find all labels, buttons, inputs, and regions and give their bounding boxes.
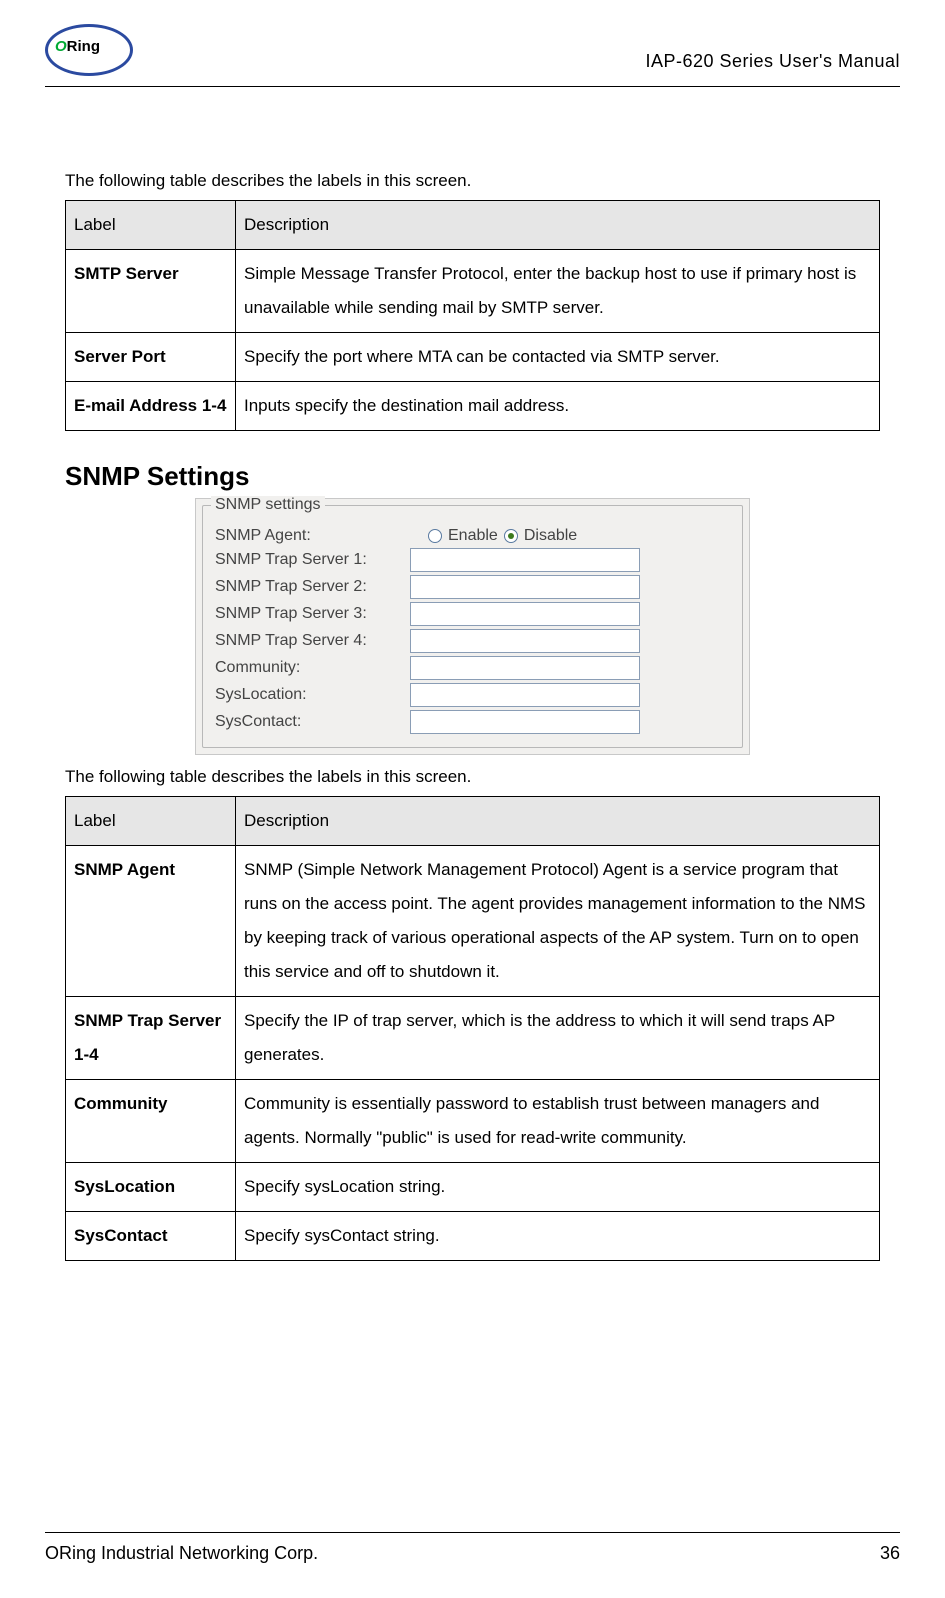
table-row: Community Community is essentially passw…: [66, 1080, 880, 1163]
snmp-agent-radio-group: Enable Disable: [428, 527, 730, 545]
page-header: ORing IAP-620 Series User's Manual: [45, 20, 900, 87]
table1-row0-label: SMTP Server: [66, 250, 236, 333]
table2-row2-desc: Community is essentially password to est…: [236, 1080, 880, 1163]
community-label: Community:: [215, 659, 410, 677]
footer-page-number: 36: [880, 1543, 900, 1564]
table-row: SysLocation Specify sysLocation string.: [66, 1163, 880, 1212]
trap4-row: SNMP Trap Server 4:: [215, 629, 730, 653]
syscontact-input[interactable]: [410, 710, 640, 734]
table1-row0-desc: Simple Message Transfer Protocol, enter …: [236, 250, 880, 333]
snmp-settings-screenshot: SNMP settings SNMP Agent: Enable Disable…: [195, 498, 750, 755]
table2-row4-label: SysContact: [66, 1212, 236, 1261]
table-header-row: Label Description: [66, 201, 880, 250]
table2-row1-label: SNMP Trap Server 1-4: [66, 997, 236, 1080]
table-header-row: Label Description: [66, 797, 880, 846]
table1-intro: The following table describes the labels…: [65, 167, 880, 194]
table-row: SysContact Specify sysContact string.: [66, 1212, 880, 1261]
smtp-table: Label Description SMTP Server Simple Mes…: [65, 200, 880, 431]
syslocation-row: SysLocation:: [215, 683, 730, 707]
trap3-input[interactable]: [410, 602, 640, 626]
enable-radio-label: Enable: [448, 527, 498, 545]
table2-row0-desc: SNMP (Simple Network Management Protocol…: [236, 846, 880, 997]
syslocation-input[interactable]: [410, 683, 640, 707]
table2-row1-desc: Specify the IP of trap server, which is …: [236, 997, 880, 1080]
trap4-label: SNMP Trap Server 4:: [215, 632, 410, 650]
table2-row0-label: SNMP Agent: [66, 846, 236, 997]
table-row: SNMP Trap Server 1-4 Specify the IP of t…: [66, 997, 880, 1080]
page-content: The following table describes the labels…: [45, 167, 900, 1261]
trap2-input[interactable]: [410, 575, 640, 599]
snmp-table: Label Description SNMP Agent SNMP (Simpl…: [65, 796, 880, 1261]
disable-radio-label: Disable: [524, 527, 577, 545]
trap1-input[interactable]: [410, 548, 640, 572]
table2-row4-desc: Specify sysContact string.: [236, 1212, 880, 1261]
enable-radio[interactable]: [428, 529, 442, 543]
trap3-label: SNMP Trap Server 3:: [215, 605, 410, 623]
table1-row1-label: Server Port: [66, 333, 236, 382]
table1-row2-desc: Inputs specify the destination mail addr…: [236, 382, 880, 431]
footer-company: ORing Industrial Networking Corp.: [45, 1543, 318, 1564]
table-row: Server Port Specify the port where MTA c…: [66, 333, 880, 382]
table1-header-label: Label: [66, 201, 236, 250]
snmp-fieldset-legend: SNMP settings: [211, 496, 325, 514]
table2-header-desc: Description: [236, 797, 880, 846]
trap2-row: SNMP Trap Server 2:: [215, 575, 730, 599]
table-row: E-mail Address 1-4 Inputs specify the de…: [66, 382, 880, 431]
trap1-label: SNMP Trap Server 1:: [215, 551, 410, 569]
table2-header-label: Label: [66, 797, 236, 846]
table2-row2-label: Community: [66, 1080, 236, 1163]
trap1-row: SNMP Trap Server 1:: [215, 548, 730, 572]
trap4-input[interactable]: [410, 629, 640, 653]
document-title: IAP-620 Series User's Manual: [645, 51, 900, 80]
logo: ORing: [45, 20, 135, 80]
syslocation-label: SysLocation:: [215, 686, 410, 704]
snmp-agent-row: SNMP Agent: Enable Disable: [215, 527, 730, 545]
community-input[interactable]: [410, 656, 640, 680]
table-row: SMTP Server Simple Message Transfer Prot…: [66, 250, 880, 333]
trap2-label: SNMP Trap Server 2:: [215, 578, 410, 596]
community-row: Community:: [215, 656, 730, 680]
snmp-settings-heading: SNMP Settings: [65, 461, 880, 492]
page-footer: ORing Industrial Networking Corp. 36: [45, 1532, 900, 1564]
table1-row2-label: E-mail Address 1-4: [66, 382, 236, 431]
snmp-fieldset: SNMP settings SNMP Agent: Enable Disable…: [202, 505, 743, 748]
table2-row3-label: SysLocation: [66, 1163, 236, 1212]
disable-radio[interactable]: [504, 529, 518, 543]
syscontact-label: SysContact:: [215, 713, 410, 731]
table1-header-desc: Description: [236, 201, 880, 250]
snmp-agent-label: SNMP Agent:: [215, 527, 410, 545]
trap3-row: SNMP Trap Server 3:: [215, 602, 730, 626]
syscontact-row: SysContact:: [215, 710, 730, 734]
table2-intro: The following table describes the labels…: [65, 763, 880, 790]
table-row: SNMP Agent SNMP (Simple Network Manageme…: [66, 846, 880, 997]
table2-row3-desc: Specify sysLocation string.: [236, 1163, 880, 1212]
table1-row1-desc: Specify the port where MTA can be contac…: [236, 333, 880, 382]
